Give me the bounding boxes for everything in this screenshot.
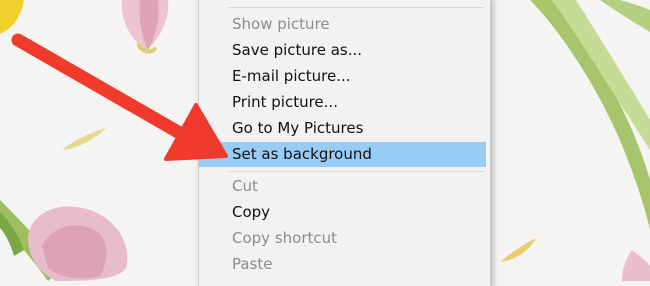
- menu-item-set-as-background[interactable]: Set as background: [199, 142, 486, 167]
- menu-item-show-picture[interactable]: Show picture: [199, 12, 486, 37]
- menu-item-save-picture-as[interactable]: Save picture as...: [199, 38, 486, 63]
- context-menu: Show picture Save picture as... E-mail p…: [198, 0, 491, 286]
- menu-item-paste[interactable]: Paste: [199, 252, 486, 277]
- menu-item-print-picture[interactable]: Print picture...: [199, 90, 486, 115]
- menu-item-go-to-my-pictures[interactable]: Go to My Pictures: [199, 116, 486, 141]
- menu-item-copy-shortcut[interactable]: Copy shortcut: [199, 226, 486, 251]
- menu-item-copy[interactable]: Copy: [199, 200, 486, 225]
- menu-item-email-picture[interactable]: E-mail picture...: [199, 64, 486, 89]
- menu-item-cut[interactable]: Cut: [199, 174, 486, 199]
- menu-separator-middle: [229, 171, 484, 172]
- menu-separator-top: [229, 7, 484, 8]
